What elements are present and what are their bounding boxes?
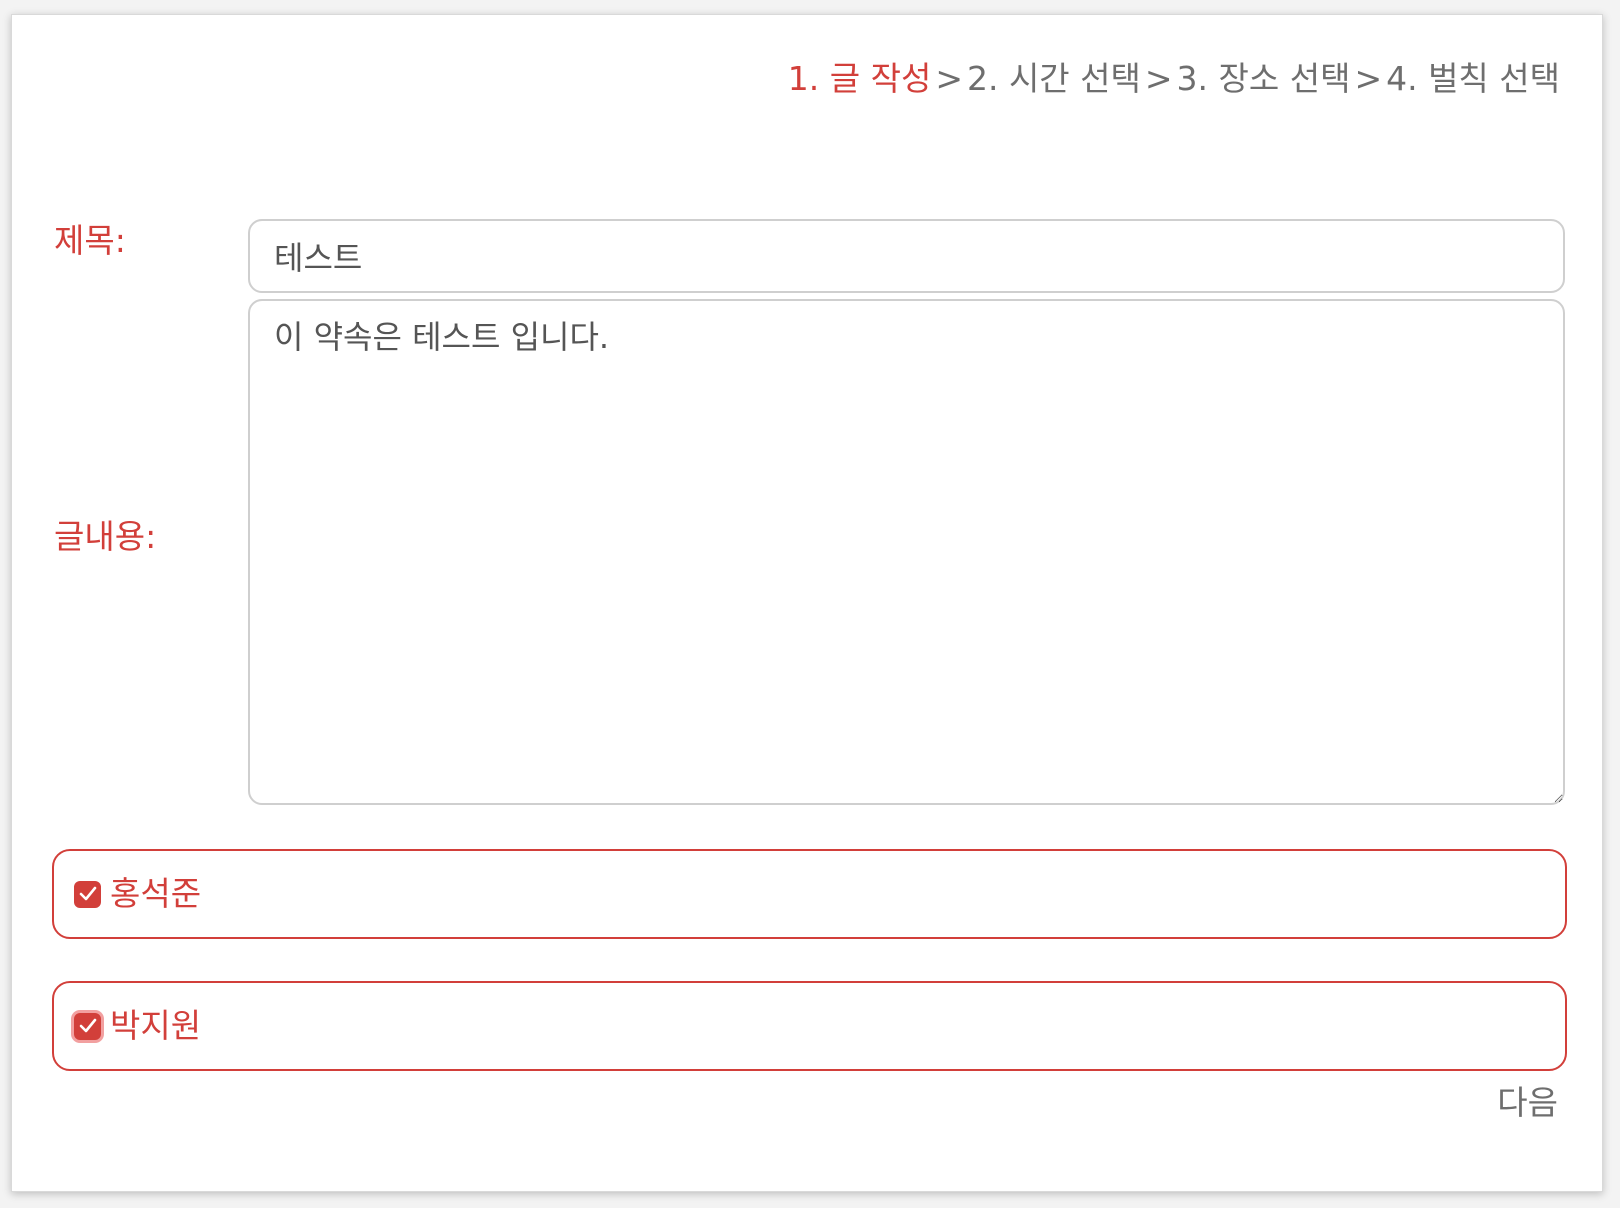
step-select-time: 2. 시간 선택 xyxy=(966,59,1141,98)
member-option-1[interactable]: 홍석준 xyxy=(52,849,1567,939)
step-select-place: 3. 장소 선택 xyxy=(1176,59,1351,98)
checkmark-icon xyxy=(79,1018,96,1033)
content-textarea[interactable]: 이 약속은 테스트 입니다. xyxy=(248,299,1565,805)
member-name: 홍석준 xyxy=(110,874,202,913)
next-button[interactable]: 다음 xyxy=(1497,1081,1558,1125)
member-name: 박지원 xyxy=(110,1006,202,1045)
title-label: 제목: xyxy=(54,221,126,260)
form-card: 1. 글 작성>2. 시간 선택>3. 장소 선택>4. 벌칙 선택 제목: 글… xyxy=(11,14,1603,1192)
step-separator: > xyxy=(1354,59,1383,98)
member-checkbox-1[interactable] xyxy=(74,880,101,908)
step-write-post: 1. 글 작성 xyxy=(787,59,932,98)
member-checkbox-2[interactable] xyxy=(74,1012,101,1040)
member-option-2[interactable]: 박지원 xyxy=(52,981,1567,1071)
content-label: 글내용: xyxy=(54,517,157,556)
step-separator: > xyxy=(935,59,963,98)
step-select-penalty: 4. 벌칙 선택 xyxy=(1386,59,1560,98)
step-breadcrumb: 1. 글 작성 >2. 시간 선택 >3. 장소 선택 >4. 벌칙 선택 xyxy=(788,55,1560,103)
title-input[interactable] xyxy=(248,219,1565,293)
checkmark-icon xyxy=(79,886,96,901)
step-separator: > xyxy=(1144,59,1173,98)
